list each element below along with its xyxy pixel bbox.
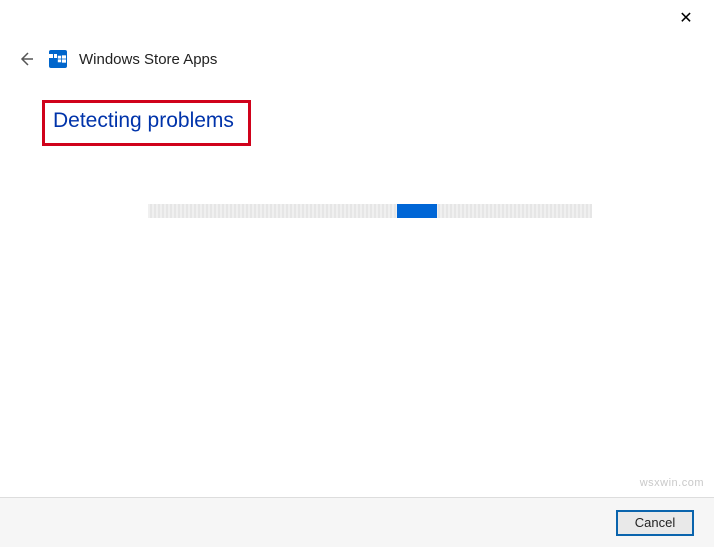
close-icon: ✕ bbox=[679, 8, 692, 28]
progress-bar bbox=[148, 204, 592, 218]
watermark-text: wsxwin.com bbox=[640, 477, 704, 489]
window-title: Windows Store Apps bbox=[79, 51, 217, 68]
store-app-icon bbox=[49, 50, 67, 68]
progress-indicator bbox=[397, 204, 437, 218]
cancel-button[interactable]: Cancel bbox=[616, 510, 694, 536]
status-highlight-box: Detecting problems bbox=[42, 100, 251, 146]
cancel-button-label: Cancel bbox=[635, 515, 675, 530]
close-button[interactable]: ✕ bbox=[676, 8, 696, 28]
header: Windows Store Apps bbox=[0, 0, 714, 70]
status-heading: Detecting problems bbox=[53, 109, 234, 133]
footer: Cancel bbox=[0, 497, 714, 547]
back-arrow-icon bbox=[17, 50, 35, 68]
back-button[interactable] bbox=[15, 48, 37, 70]
